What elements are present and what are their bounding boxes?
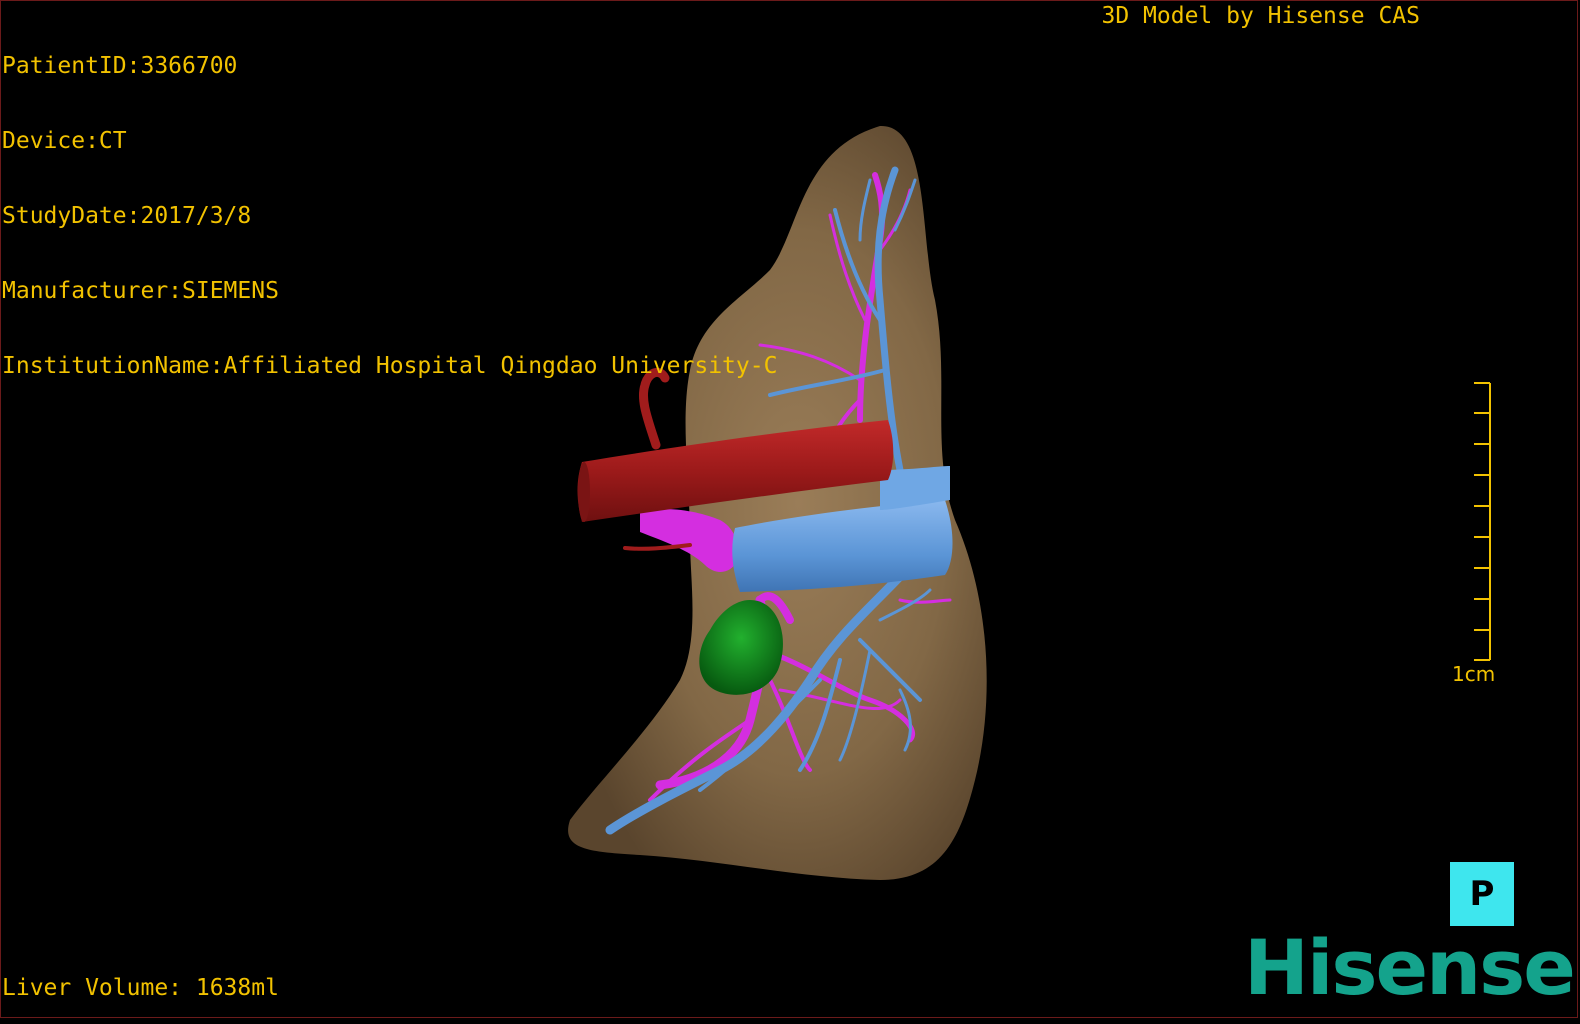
- device: Device:CT: [2, 128, 127, 154]
- study-date: StudyDate:2017/3/8: [2, 203, 252, 229]
- orientation-cube[interactable]: P: [1450, 862, 1514, 926]
- ivc-cap: [578, 462, 590, 522]
- liver-volume: Liver Volume: 1638ml: [2, 975, 279, 1001]
- scale-label: 1cm: [1452, 662, 1496, 686]
- institution-name: InstitutionName:Affiliated Hospital Qing…: [2, 353, 778, 379]
- hisense-logo: Hisense: [1244, 923, 1576, 1012]
- model-credit: 3D Model by Hisense CAS: [1101, 3, 1421, 29]
- dicom-info: PatientID:3366700 Device:CT StudyDate:20…: [2, 4, 777, 404]
- patient-id: PatientID:3366700: [2, 53, 238, 79]
- scale-bar: [1474, 382, 1491, 661]
- manufacturer: Manufacturer:SIEMENS: [2, 278, 279, 304]
- orientation-label: P: [1469, 874, 1495, 914]
